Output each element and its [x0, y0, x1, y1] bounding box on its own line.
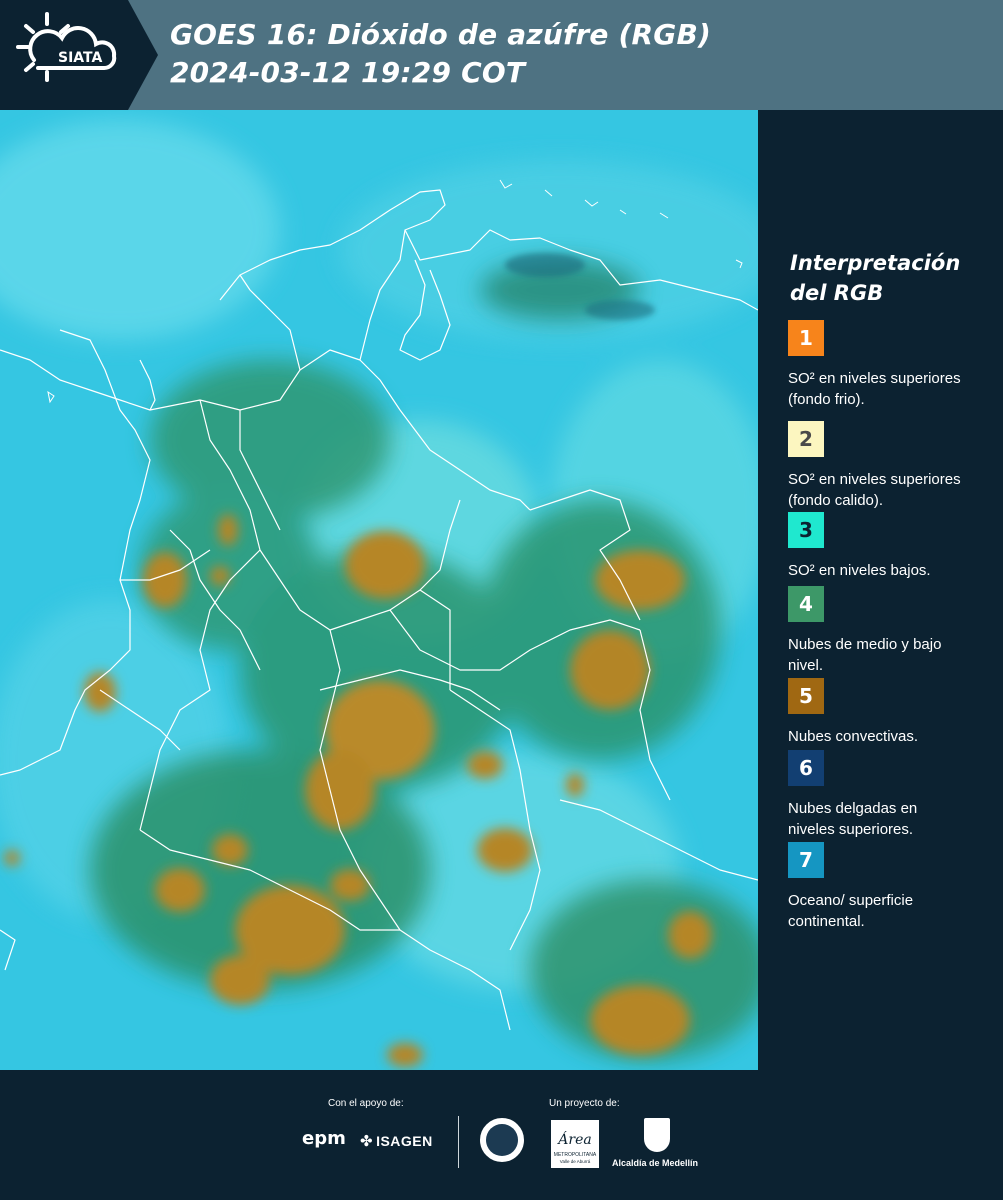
- legend-swatch-6: 6: [788, 750, 824, 786]
- legend-item-6: 6 Nubes delgadas en niveles superiores.: [788, 750, 998, 840]
- legend-label-7: Oceano/ superficie continental.: [788, 892, 914, 930]
- siata-logo: SIATA: [0, 0, 158, 110]
- area-metropolitana-logo: Área METROPOLITANA Valle de Aburrá: [551, 1120, 599, 1168]
- legend-label-3: SO² en niveles bajos.: [788, 562, 931, 579]
- legend-item-3: 3 SO² en niveles bajos.: [788, 512, 998, 581]
- legend-item-1: 1 SO² en niveles superiores (fondo frio).: [788, 320, 998, 410]
- satellite-map[interactable]: [0, 110, 758, 1070]
- medellin-seal-logo: [478, 1116, 526, 1164]
- legend-item-4: 4 Nubes de medio y bajo nivel.: [788, 586, 998, 676]
- legend-label-2: SO² en niveles superiores (fondo calido)…: [788, 471, 961, 509]
- svg-text:METROPOLITANA: METROPOLITANA: [554, 1152, 597, 1158]
- title-line-timestamp: 2024-03-12 19:29 COT: [170, 56, 526, 89]
- legend-swatch-5: 5: [788, 678, 824, 714]
- footer-divider: [458, 1116, 459, 1168]
- support-label: Con el apoyo de:: [328, 1098, 404, 1109]
- svg-text:SIATA: SIATA: [58, 50, 103, 66]
- isagen-icon: ✤: [360, 1133, 374, 1150]
- isagen-logo: ✤ ISAGEN: [360, 1133, 433, 1150]
- legend-label-4: Nubes de medio y bajo nivel.: [788, 636, 942, 674]
- legend-label-5: Nubes convectivas.: [788, 728, 919, 745]
- project-label: Un proyecto de:: [549, 1098, 620, 1109]
- svg-text:Área: Área: [556, 1130, 591, 1148]
- legend-item-7: 7 Oceano/ superficie continental.: [788, 842, 998, 932]
- legend-swatch-1: 1: [788, 320, 824, 356]
- seal-emblem-icon: [486, 1124, 518, 1156]
- legend-item-2: 2 SO² en niveles superiores (fondo calido…: [788, 421, 998, 511]
- legend-label-1: SO² en niveles superiores (fondo frio).: [788, 370, 961, 408]
- page-title: GOES 16: Dióxido de azúfre (RGB) 2024-03…: [170, 16, 711, 92]
- svg-text:Valle de Aburrá: Valle de Aburrá: [560, 1159, 591, 1164]
- legend-label-6: Nubes delgadas en niveles superiores.: [788, 800, 918, 838]
- legend-swatch-3: 3: [788, 512, 824, 548]
- legend-swatch-7: 7: [788, 842, 824, 878]
- legend-title: Interpretación del RGB: [790, 251, 961, 305]
- title-line-product: GOES 16: Dióxido de azúfre (RGB): [170, 18, 712, 51]
- satellite-image: [0, 110, 758, 1070]
- legend-swatch-4: 4: [788, 586, 824, 622]
- legend-panel: Interpretación del RGB 1 SO² en niveles s…: [758, 110, 1003, 1070]
- legend-swatch-2: 2: [788, 421, 824, 457]
- alcaldia-shield-icon: [644, 1118, 670, 1152]
- epm-logo: epm: [302, 1128, 346, 1149]
- alcaldia-label: Alcaldía de Medellín: [612, 1158, 699, 1168]
- header-bar: SIATA GOES 16: Dióxido de azúfre (RGB) 2…: [0, 0, 1003, 110]
- footer: Con el apoyo de: Un proyecto de: epm ✤ IS…: [0, 1070, 1003, 1200]
- legend-item-5: 5 Nubes convectivas.: [788, 678, 998, 747]
